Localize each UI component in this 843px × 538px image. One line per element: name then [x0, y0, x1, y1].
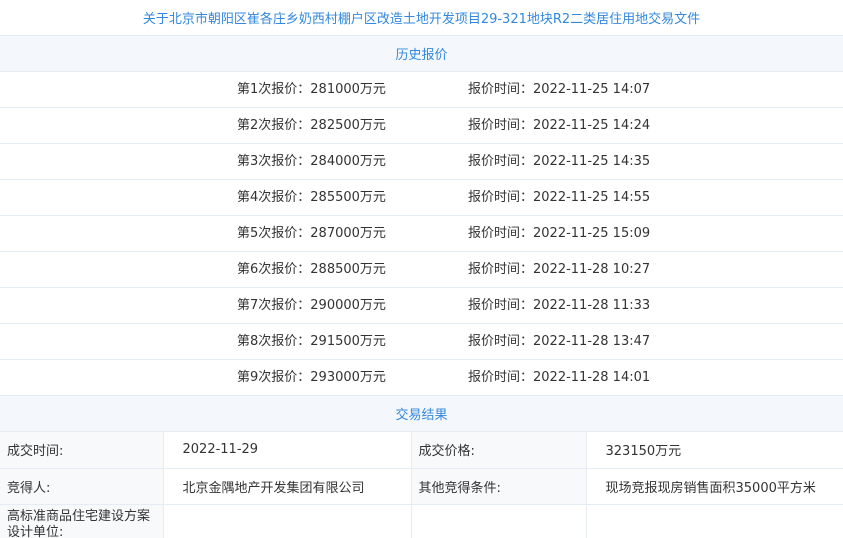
- bid-amount: 第9次报价：293000万元: [237, 370, 386, 385]
- result-row-design-unit: 高标准商品住宅建设方案设计单位:: [0, 504, 843, 538]
- bid-amount: 第2次报价：282500万元: [237, 118, 386, 133]
- result-table: 成交时间: 2022-11-29 成交价格: 323150万元 竞得人: 北京金…: [0, 432, 843, 538]
- deal-time-value: 2022-11-29: [163, 432, 412, 469]
- bid-row: 第1次报价：281000万元 报价时间：2022-11-25 14:07: [0, 72, 843, 108]
- bid-time: 报价时间：2022-11-28 13:47: [468, 334, 651, 349]
- deal-price-value: 323150万元: [586, 432, 843, 469]
- bid-time: 报价时间：2022-11-25 14:35: [468, 154, 651, 169]
- winner-label: 竞得人:: [0, 468, 164, 505]
- design-unit-value: [163, 504, 412, 538]
- bid-row: 第9次报价：293000万元 报价时间：2022-11-28 14:01: [0, 360, 843, 396]
- bid-amount: 第4次报价：285500万元: [237, 190, 386, 205]
- other-conditions-value: 现场竞报现房销售面积35000平方米: [586, 468, 843, 505]
- other-conditions-label: 其他竞得条件:: [411, 468, 587, 505]
- bid-amount: 第8次报价：291500万元: [237, 334, 386, 349]
- result-row-deal: 成交时间: 2022-11-29 成交价格: 323150万元: [0, 432, 843, 469]
- empty-cell: [411, 504, 587, 538]
- bid-amount: 第1次报价：281000万元: [237, 82, 386, 97]
- deal-time-label: 成交时间:: [0, 432, 164, 469]
- bid-amount: 第5次报价：287000万元: [237, 226, 386, 241]
- page-title[interactable]: 关于北京市朝阳区崔各庄乡奶西村棚户区改造土地开发项目29-321地块R2二类居住…: [143, 8, 700, 27]
- bid-history-list: 第1次报价：281000万元 报价时间：2022-11-25 14:07 第2次…: [0, 72, 843, 396]
- bid-row: 第3次报价：284000万元 报价时间：2022-11-25 14:35: [0, 144, 843, 180]
- bid-row: 第7次报价：290000万元 报价时间：2022-11-28 11:33: [0, 288, 843, 324]
- bid-amount: 第7次报价：290000万元: [237, 298, 386, 313]
- page-title-row: 关于北京市朝阳区崔各庄乡奶西村棚户区改造土地开发项目29-321地块R2二类居住…: [0, 0, 843, 36]
- bid-time: 报价时间：2022-11-25 14:07: [468, 82, 651, 97]
- bid-time: 报价时间：2022-11-25 15:09: [468, 226, 651, 241]
- winner-value: 北京金隅地产开发集团有限公司: [163, 468, 412, 505]
- bid-time: 报价时间：2022-11-28 14:01: [468, 370, 651, 385]
- bid-row: 第2次报价：282500万元 报价时间：2022-11-25 14:24: [0, 108, 843, 144]
- bid-row: 第4次报价：285500万元 报价时间：2022-11-25 14:55: [0, 180, 843, 216]
- bid-time: 报价时间：2022-11-28 11:33: [468, 298, 651, 313]
- deal-price-label: 成交价格:: [411, 432, 587, 469]
- bid-time: 报价时间：2022-11-25 14:55: [468, 190, 651, 205]
- bid-time: 报价时间：2022-11-28 10:27: [468, 262, 651, 277]
- bid-time: 报价时间：2022-11-25 14:24: [468, 118, 651, 133]
- bid-amount: 第6次报价：288500万元: [237, 262, 386, 277]
- result-row-winner: 竞得人: 北京金隅地产开发集团有限公司 其他竞得条件: 现场竞报现房销售面积35…: [0, 468, 843, 505]
- bid-amount: 第3次报价：284000万元: [237, 154, 386, 169]
- result-section-header: 交易结果: [0, 396, 843, 432]
- bid-row: 第5次报价：287000万元 报价时间：2022-11-25 15:09: [0, 216, 843, 252]
- history-header-label: 历史报价: [395, 48, 448, 63]
- transaction-page: 关于北京市朝阳区崔各庄乡奶西村棚户区改造土地开发项目29-321地块R2二类居住…: [0, 0, 843, 538]
- empty-cell: [586, 504, 843, 538]
- history-section-header: 历史报价: [0, 36, 843, 72]
- bid-row: 第8次报价：291500万元 报价时间：2022-11-28 13:47: [0, 324, 843, 360]
- result-header-label: 交易结果: [395, 408, 448, 423]
- bid-row: 第6次报价：288500万元 报价时间：2022-11-28 10:27: [0, 252, 843, 288]
- design-unit-label: 高标准商品住宅建设方案设计单位:: [0, 504, 164, 538]
